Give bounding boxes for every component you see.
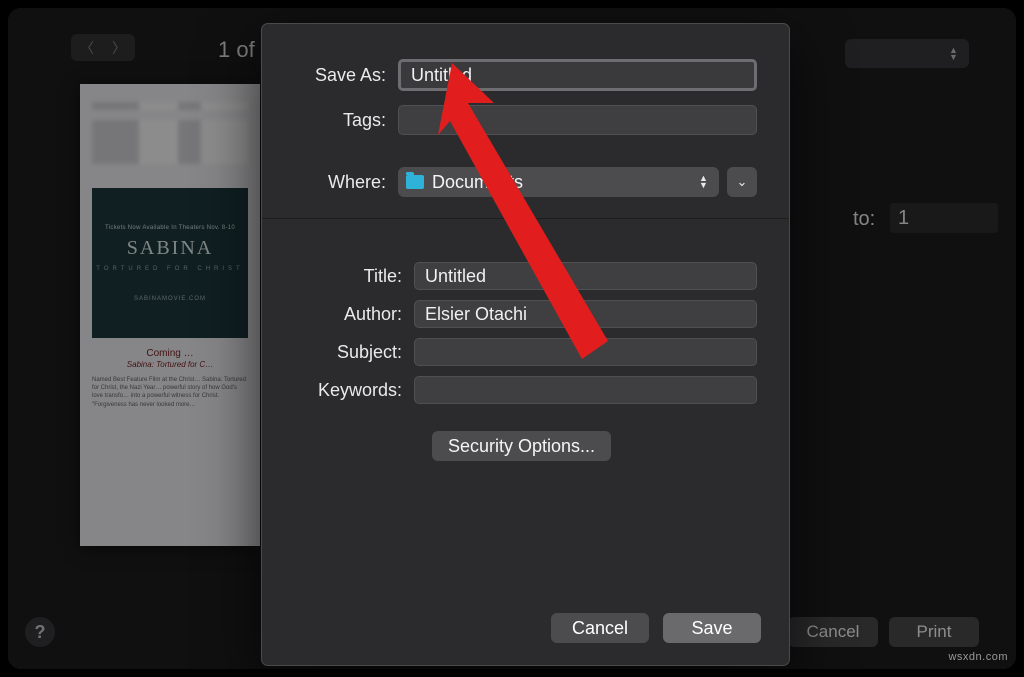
- security-options-button[interactable]: Security Options...: [432, 431, 611, 461]
- print-button-outer[interactable]: Print: [889, 617, 979, 647]
- preview-article-para: "Forgiveness has never looked more…: [92, 402, 248, 410]
- keywords-label: Keywords:: [294, 380, 414, 401]
- preview-ad-sub: TORTURED FOR CHRIST: [96, 266, 243, 272]
- author-row: Author: Elsier Otachi: [286, 295, 765, 333]
- save-as-row: Save As: Untitled: [262, 52, 789, 98]
- chevron-right-icon: 〉: [112, 38, 126, 58]
- title-label: Title:: [294, 266, 414, 287]
- cancel-button[interactable]: Cancel: [551, 613, 649, 643]
- preview-article-heading1: Coming …: [92, 348, 248, 359]
- author-label: Author:: [294, 304, 414, 325]
- where-row: Where: Documents ▲▼ ⌄: [262, 160, 789, 204]
- print-preview-page: Tickets Now Available In Theaters Nov. 8…: [80, 84, 260, 546]
- divider: [262, 218, 789, 219]
- help-button[interactable]: ?: [25, 617, 55, 647]
- chevron-left-icon: 〈: [80, 38, 94, 58]
- where-value: Documents: [432, 172, 523, 193]
- keywords-row: Keywords:: [286, 371, 765, 409]
- expand-button[interactable]: ⌄: [727, 167, 757, 197]
- preview-ad-site: SABINAMOVIE.COM: [134, 296, 206, 302]
- chevron-down-icon: ⌄: [737, 174, 748, 190]
- preview-article: Coming … Sabina: Tortured for C… Named B…: [92, 344, 248, 412]
- preview-ad-block: Tickets Now Available In Theaters Nov. 8…: [92, 188, 248, 338]
- preview-article-heading2: Sabina: Tortured for C…: [92, 360, 248, 369]
- save-sheet: Save As: Untitled Tags: Where: Documents…: [261, 23, 790, 666]
- stepper-icon: ▲▼: [699, 175, 711, 189]
- title-input[interactable]: Untitled: [414, 262, 757, 290]
- page-counter: 1 of: [218, 37, 255, 63]
- save-as-input[interactable]: Untitled: [398, 59, 757, 91]
- save-button[interactable]: Save: [663, 613, 761, 643]
- subject-row: Subject:: [286, 333, 765, 371]
- title-row: Title: Untitled: [286, 257, 765, 295]
- preview-article-para: Named Best Feature Film at the Christ… S…: [92, 377, 248, 400]
- tags-input[interactable]: [398, 105, 757, 135]
- top-right-select[interactable]: ▲▼: [845, 39, 969, 68]
- range-to-label: to:: [853, 208, 875, 231]
- subject-input[interactable]: [414, 338, 757, 366]
- cancel-button-outer[interactable]: Cancel: [788, 617, 878, 647]
- folder-icon: [406, 175, 424, 189]
- keywords-input[interactable]: [414, 376, 757, 404]
- tags-label: Tags:: [294, 110, 398, 131]
- subject-label: Subject:: [294, 342, 414, 363]
- tags-row: Tags:: [262, 98, 789, 142]
- where-label: Where:: [294, 172, 398, 193]
- save-as-label: Save As:: [294, 65, 398, 86]
- preview-blur-region: [92, 102, 248, 110]
- watermark: wsxdn.com: [948, 651, 1008, 663]
- page-nav-back-forward[interactable]: 〈 〉: [71, 34, 135, 61]
- print-dialog-window: 〈 〉 1 of ▲▼ to: 1 Cancel Print ? Tickets…: [7, 7, 1017, 670]
- stepper-icon: ▲▼: [949, 47, 961, 61]
- range-to-input[interactable]: 1: [890, 203, 998, 233]
- author-input[interactable]: Elsier Otachi: [414, 300, 757, 328]
- where-select[interactable]: Documents ▲▼: [398, 167, 719, 197]
- preview-blur-region: [92, 120, 248, 164]
- preview-ad-title: SABINA: [127, 237, 213, 260]
- preview-ad-top: Tickets Now Available In Theaters Nov. 8…: [105, 225, 235, 231]
